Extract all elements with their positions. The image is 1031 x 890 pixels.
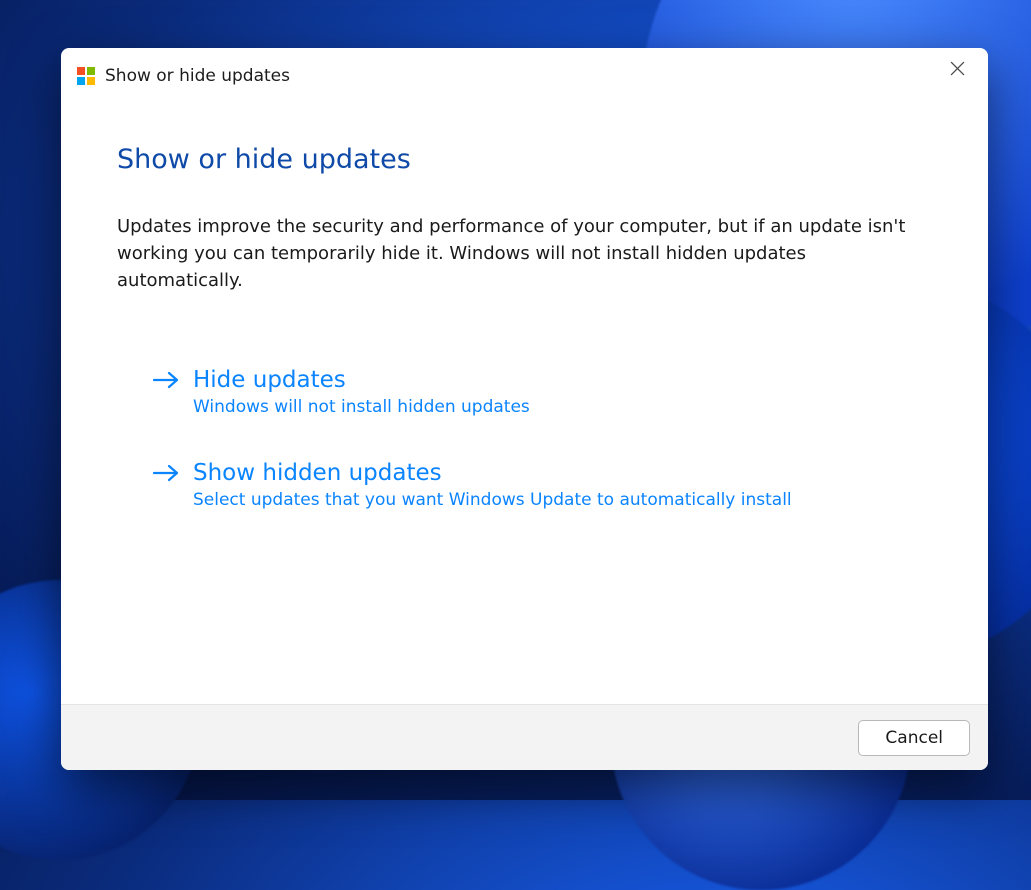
option-show-hidden-updates[interactable]: Show hidden updates Select updates that … — [153, 459, 893, 510]
dialog-footer: Cancel — [61, 704, 988, 770]
option-text: Show hidden updates Select updates that … — [193, 459, 792, 510]
app-title: Show or hide updates — [105, 66, 290, 86]
page-description: Updates improve the security and perform… — [117, 213, 932, 294]
cancel-button[interactable]: Cancel — [858, 720, 970, 756]
close-icon — [950, 61, 965, 76]
option-hide-updates[interactable]: Hide updates Windows will not install hi… — [153, 366, 893, 417]
dialog-content: Show or hide updates Updates improve the… — [61, 104, 988, 704]
close-button[interactable] — [934, 51, 980, 85]
option-title: Hide updates — [193, 366, 530, 395]
option-subtitle: Windows will not install hidden updates — [193, 397, 530, 417]
page-heading: Show or hide updates — [117, 144, 932, 175]
troubleshooter-dialog: Show or hide updates Show or hide update… — [61, 48, 988, 770]
arrow-right-icon — [153, 370, 179, 394]
windows-logo-icon — [77, 67, 95, 85]
arrow-right-icon — [153, 463, 179, 487]
titlebar: Show or hide updates — [61, 48, 988, 104]
option-title: Show hidden updates — [193, 459, 792, 488]
option-text: Hide updates Windows will not install hi… — [193, 366, 530, 417]
option-subtitle: Select updates that you want Windows Upd… — [193, 490, 792, 510]
options-list: Hide updates Windows will not install hi… — [117, 366, 932, 510]
